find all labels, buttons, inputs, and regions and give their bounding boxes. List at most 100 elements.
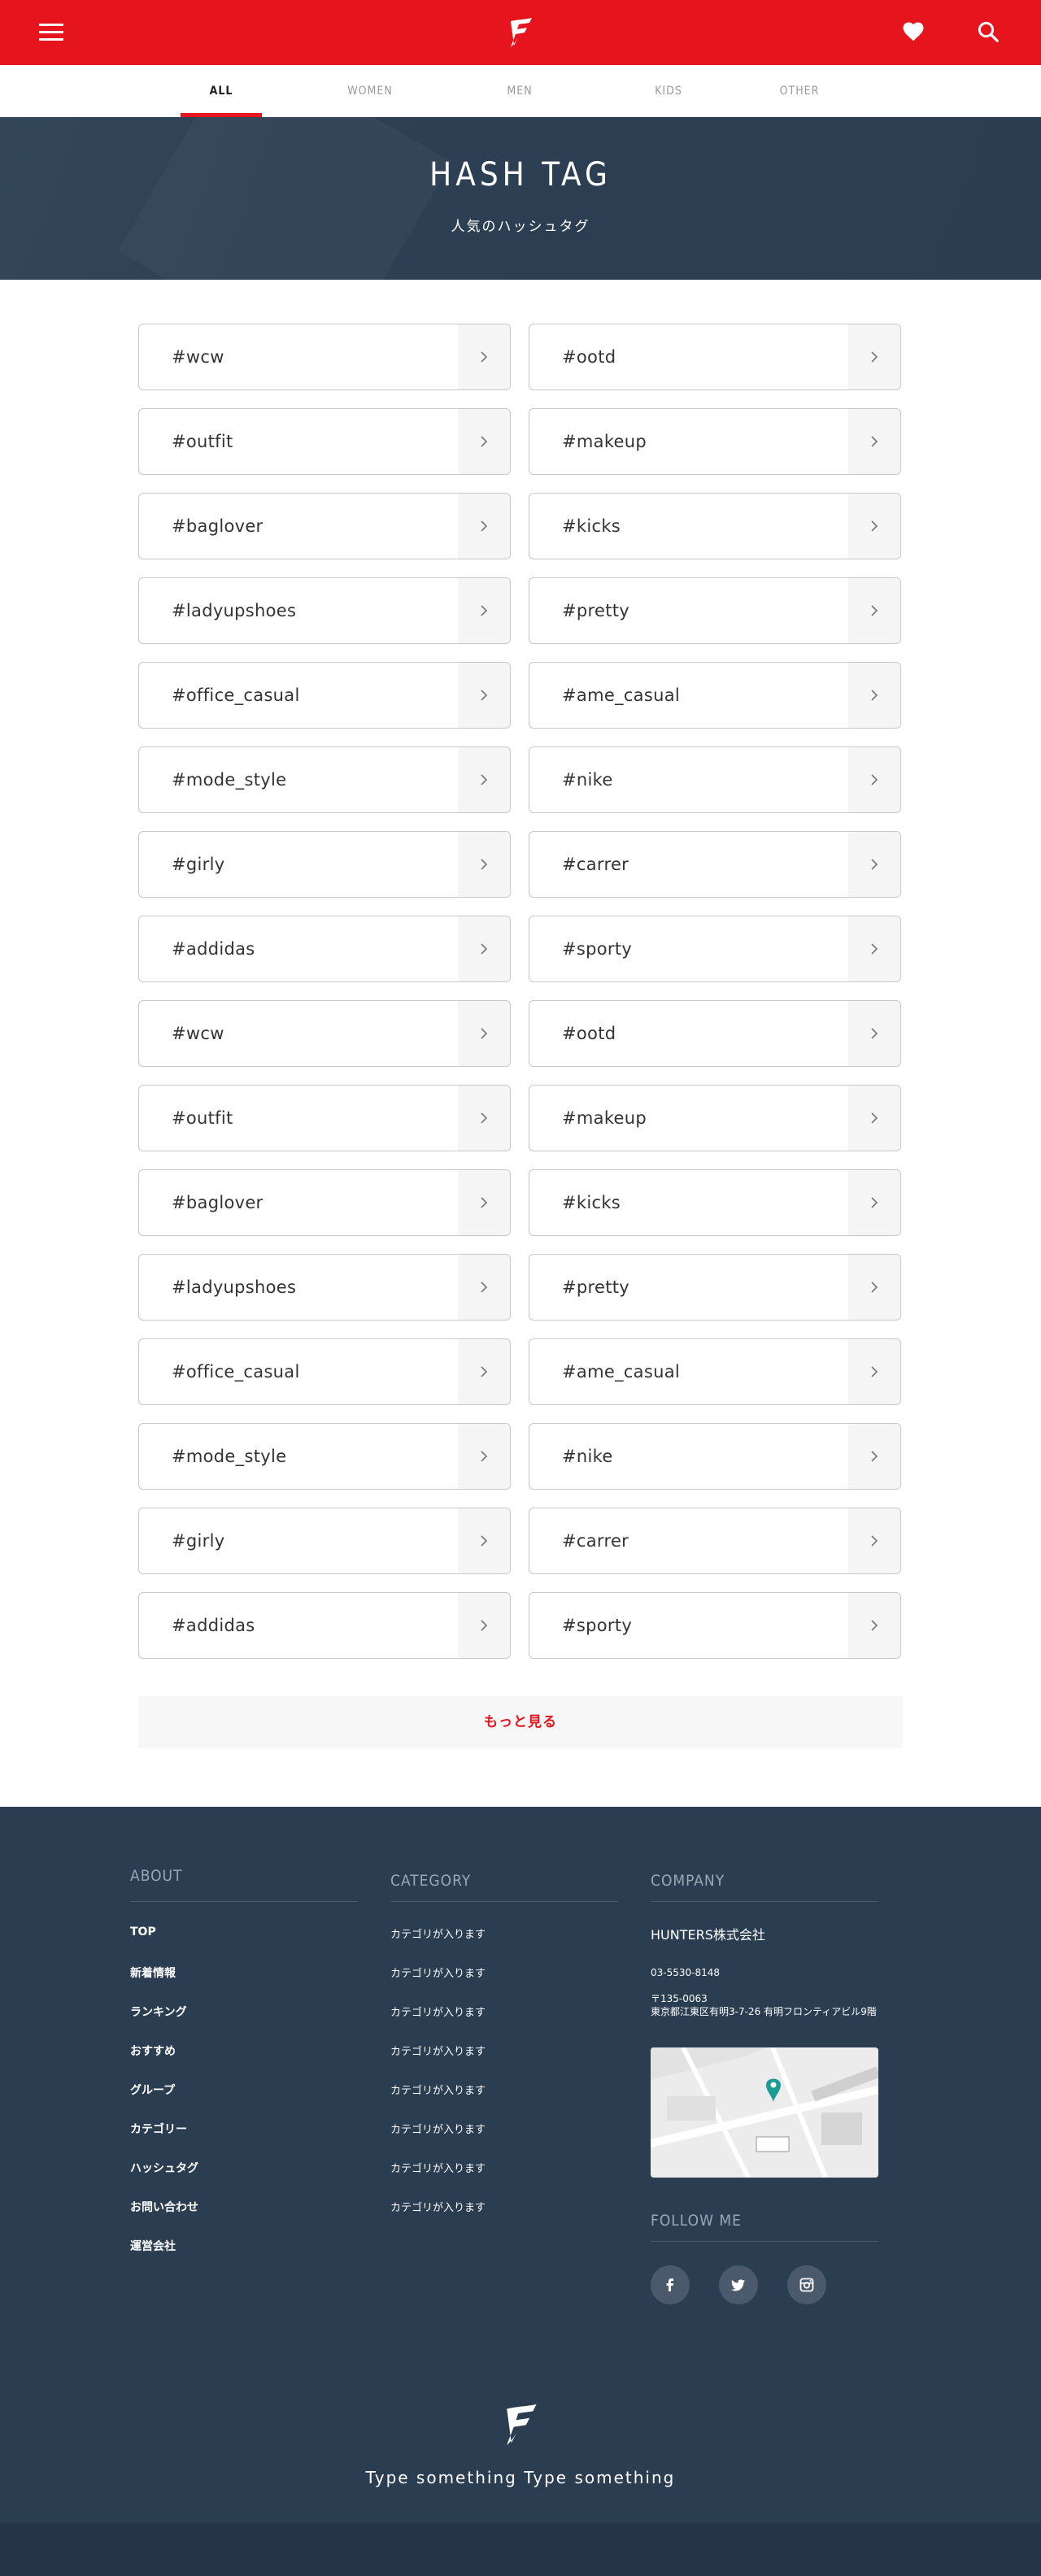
hashtag-card[interactable]: #nike [529, 1423, 901, 1490]
load-more-button[interactable]: もっと見る [138, 1696, 903, 1748]
hashtag-label: #ame_casual [562, 685, 681, 705]
tab-men[interactable]: MEN [479, 65, 560, 117]
hashtag-card[interactable]: #mode_style [138, 746, 511, 813]
hashtag-label: #sporty [562, 1616, 633, 1635]
footer-category-link[interactable]: カテゴリが入ります [390, 2121, 486, 2136]
tab-all[interactable]: ALL [181, 65, 262, 117]
hashtag-card[interactable]: #ladyupshoes [138, 1254, 511, 1321]
company-name: HUNTERS株式会社 [651, 1927, 765, 1943]
footer-about-link[interactable]: TOP [130, 1925, 156, 1939]
hashtag-card[interactable]: #girly [138, 831, 511, 898]
tab-other[interactable]: OTHER [759, 65, 840, 117]
footer-about-heading: ABOUT [130, 1867, 183, 1885]
chevron-right-icon [848, 324, 900, 389]
hashtag-card[interactable]: #ladyupshoes [138, 577, 511, 644]
hashtag-card[interactable]: #girly [138, 1508, 511, 1574]
footer-company-heading: COMPANY [651, 1872, 725, 1890]
footer-follow-heading: FOLLOW ME [651, 2212, 742, 2230]
chevron-right-icon [458, 916, 510, 981]
hashtag-label: #kicks [562, 1193, 621, 1212]
footer-about-link[interactable]: ランキング [130, 2004, 187, 2020]
hashtag-label: #girly [172, 855, 225, 874]
tab-women[interactable]: WOMEN [329, 65, 411, 117]
footer-about-link[interactable]: カテゴリー [130, 2121, 187, 2137]
footer-about-link[interactable]: 新着情報 [130, 1965, 176, 1981]
hamburger-menu-icon[interactable] [39, 21, 63, 44]
top-header-bar [0, 0, 1041, 65]
chevron-right-icon [848, 1086, 900, 1151]
heart-icon[interactable] [901, 20, 926, 44]
footer-category-link[interactable]: カテゴリが入ります [390, 1965, 486, 1980]
hashtag-label: #ladyupshoes [172, 601, 297, 620]
chevron-right-icon [848, 1170, 900, 1235]
hashtag-card[interactable]: #ootd [529, 324, 901, 390]
brand-logo-icon[interactable] [504, 15, 537, 50]
hashtag-label: #outfit [172, 1108, 233, 1128]
chevron-right-icon [848, 1508, 900, 1573]
hashtag-label: #girly [172, 1531, 225, 1551]
footer-category-link[interactable]: カテゴリが入ります [390, 2082, 486, 2097]
hashtag-card[interactable]: #outfit [138, 1085, 511, 1151]
search-icon[interactable] [976, 20, 1000, 44]
tab-kids[interactable]: KIDS [628, 65, 709, 117]
hashtag-card[interactable]: #kicks [529, 493, 901, 559]
footer-about-link[interactable]: おすすめ [130, 2043, 176, 2059]
chevron-right-icon [848, 578, 900, 643]
chevron-right-icon [458, 1086, 510, 1151]
hashtag-card[interactable]: #baglover [138, 493, 511, 559]
hashtag-card[interactable]: #makeup [529, 1085, 901, 1151]
footer-brand-logo-icon[interactable] [498, 2399, 543, 2451]
twitter-icon[interactable] [719, 2265, 758, 2304]
footer-about-link[interactable]: 運営会社 [130, 2238, 176, 2254]
instagram-icon[interactable] [787, 2265, 826, 2304]
footer-about-link[interactable]: グループ [130, 2082, 175, 2098]
hashtag-label: #kicks [562, 516, 621, 536]
footer-category-link[interactable]: カテゴリが入ります [390, 2160, 486, 2175]
hashtag-card[interactable]: #office_casual [138, 662, 511, 729]
hashtag-card[interactable]: #ame_casual [529, 662, 901, 729]
chevron-right-icon [458, 409, 510, 474]
hashtag-card[interactable]: #ame_casual [529, 1338, 901, 1405]
footer-category-link[interactable]: カテゴリが入ります [390, 2043, 486, 2058]
hashtag-card[interactable]: #pretty [529, 1254, 901, 1321]
footer-category-link[interactable]: カテゴリが入ります [390, 2004, 486, 2019]
footer-about-link[interactable]: ハッシュタグ [130, 2160, 198, 2176]
hashtag-card[interactable]: #carrer [529, 1508, 901, 1574]
hashtag-card[interactable]: #sporty [529, 916, 901, 982]
chevron-right-icon [848, 1255, 900, 1320]
hashtag-label: #nike [562, 1447, 613, 1466]
hashtag-card[interactable]: #wcw [138, 324, 511, 390]
hashtag-card[interactable]: #makeup [529, 408, 901, 475]
hashtag-card[interactable]: #wcw [138, 1000, 511, 1067]
hashtag-card[interactable]: #baglover [138, 1169, 511, 1236]
chevron-right-icon [848, 747, 900, 812]
company-location-map[interactable] [651, 2047, 878, 2178]
hashtag-card[interactable]: #mode_style [138, 1423, 511, 1490]
chevron-right-icon [458, 494, 510, 559]
hashtag-card[interactable]: #kicks [529, 1169, 901, 1236]
chevron-right-icon [848, 1593, 900, 1658]
chevron-right-icon [458, 324, 510, 389]
footer-about-link[interactable]: お問い合わせ [130, 2199, 198, 2215]
hashtag-card[interactable]: #nike [529, 746, 901, 813]
chevron-right-icon [458, 1508, 510, 1573]
footer-category-link[interactable]: カテゴリが入ります [390, 1925, 486, 1941]
hashtag-card[interactable]: #ootd [529, 1000, 901, 1067]
hashtag-card[interactable]: #addidas [138, 916, 511, 982]
hashtag-card[interactable]: #sporty [529, 1592, 901, 1659]
hashtag-card[interactable]: #carrer [529, 831, 901, 898]
hashtag-card[interactable]: #addidas [138, 1592, 511, 1659]
hashtag-label: #ame_casual [562, 1362, 681, 1382]
chevron-right-icon [458, 832, 510, 897]
hashtag-card[interactable]: #outfit [138, 408, 511, 475]
hashtag-label: #makeup [562, 432, 647, 451]
chevron-right-icon [848, 832, 900, 897]
hashtag-label: #addidas [172, 1616, 255, 1635]
facebook-icon[interactable] [651, 2265, 690, 2304]
chevron-right-icon [458, 1339, 510, 1404]
chevron-right-icon [458, 747, 510, 812]
footer-category-link[interactable]: カテゴリが入ります [390, 2199, 486, 2214]
hashtag-card[interactable]: #pretty [529, 577, 901, 644]
chevron-right-icon [458, 1593, 510, 1658]
hashtag-card[interactable]: #office_casual [138, 1338, 511, 1405]
